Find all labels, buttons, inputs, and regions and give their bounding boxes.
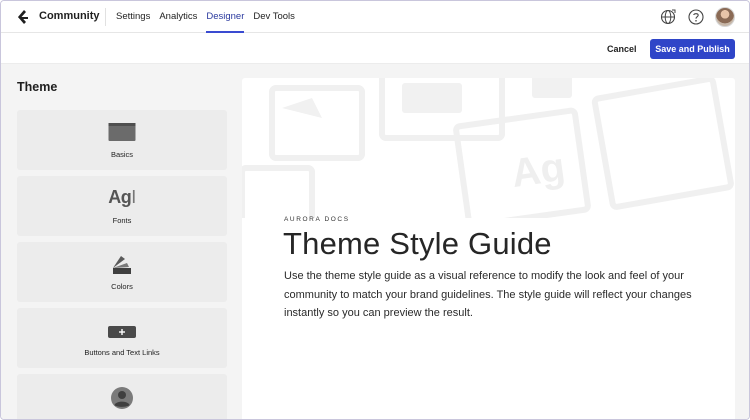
theme-sidebar: Theme Basics AgI Fonts Colors Buttons an… bbox=[1, 64, 242, 419]
browser-window-icon bbox=[108, 123, 136, 141]
color-swatch-icon bbox=[113, 256, 131, 274]
save-and-publish-button[interactable]: Save and Publish bbox=[650, 39, 735, 59]
aurora-logo-icon[interactable] bbox=[15, 9, 29, 25]
preview-eyebrow: AURORA DOCS bbox=[284, 216, 350, 223]
preview-body: Use the theme style guide as a visual re… bbox=[284, 270, 692, 319]
card-label: Basics bbox=[110, 150, 134, 159]
card-label: Buttons and Text Links bbox=[84, 348, 160, 357]
avatar-icon bbox=[111, 387, 133, 409]
svg-text:Ag: Ag bbox=[509, 145, 568, 196]
action-bar: Cancel Save and Publish bbox=[1, 33, 749, 64]
preview-title: Theme Style Guide bbox=[283, 226, 552, 261]
card-label: Fonts bbox=[112, 216, 132, 225]
nav-links: Settings Analytics Designer Dev Tools bbox=[116, 1, 304, 33]
nav-settings[interactable]: Settings bbox=[116, 1, 150, 33]
top-icons bbox=[649, 7, 735, 27]
preview-area: Ag AURORA DOCS Theme Style Guide Use the… bbox=[242, 64, 749, 419]
help-icon[interactable] bbox=[687, 8, 705, 26]
card-label: Colors bbox=[111, 282, 133, 291]
nav-designer[interactable]: Designer bbox=[206, 1, 245, 33]
watermark-pattern: Ag bbox=[242, 78, 734, 218]
theme-card-basics[interactable]: Basics bbox=[17, 110, 227, 170]
sidebar-title: Theme bbox=[17, 80, 58, 94]
theme-card-buttons-links[interactable]: Buttons and Text Links bbox=[17, 308, 227, 368]
cancel-button[interactable]: Cancel bbox=[599, 40, 645, 58]
brand-name[interactable]: Community bbox=[39, 10, 100, 22]
user-avatar[interactable] bbox=[715, 7, 735, 27]
style-guide-preview: Ag AURORA DOCS Theme Style Guide Use the… bbox=[242, 78, 735, 419]
globe-icon[interactable] bbox=[659, 8, 677, 26]
nav-divider bbox=[105, 8, 106, 26]
nav-analytics[interactable]: Analytics bbox=[159, 1, 197, 33]
theme-card-fonts[interactable]: AgI Fonts bbox=[17, 176, 227, 236]
theme-card-colors[interactable]: Colors bbox=[17, 242, 227, 302]
app-window: Community Settings Analytics Designer De… bbox=[0, 0, 750, 420]
theme-card-avatars[interactable] bbox=[17, 374, 227, 419]
font-icon: AgI bbox=[108, 187, 136, 207]
nav-dev-tools[interactable]: Dev Tools bbox=[253, 1, 295, 33]
top-nav: Community Settings Analytics Designer De… bbox=[1, 1, 749, 33]
button-plus-icon bbox=[108, 326, 136, 338]
